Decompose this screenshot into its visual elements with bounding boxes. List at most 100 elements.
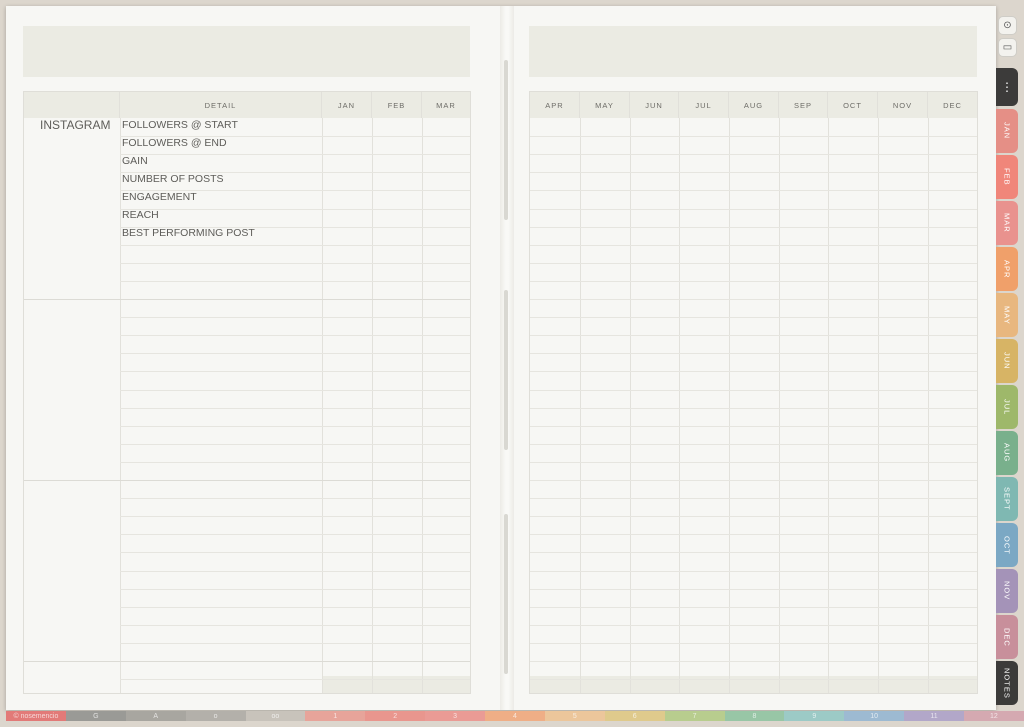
page-icon: ▭ [1002,42,1013,53]
tab-label: JUL [1002,398,1012,416]
month-header-mar: MAR [422,92,470,118]
month-header-dec: DEC [928,92,977,118]
grid-row-line [120,262,470,264]
month-header-feb: FEB [372,92,422,118]
grid-row-line [530,407,977,409]
binding-ring [504,290,508,450]
grid-row-line [120,371,470,373]
grid-row-line [24,480,470,481]
bottom-strip-tab[interactable]: 6 [604,711,665,721]
tab-dec[interactable]: DEC [996,615,1018,659]
bottom-strip-tab[interactable]: oo [245,711,306,721]
home-button[interactable]: ⊙ [998,16,1017,35]
grid-row-line [530,534,977,536]
bottom-strip-tab[interactable]: A [125,711,186,721]
left-tracker-table: DETAIL JAN FEB MAR [23,91,471,694]
tab-label: JUN [1002,352,1012,370]
tab-mar[interactable]: MAR [996,201,1018,245]
month-header-jul: JUL [679,92,729,118]
month-header-may: MAY [580,92,630,118]
grid-row-line [530,335,977,337]
tab-label: AUG [1002,443,1012,463]
bottom-strip-tab[interactable]: 1 [305,711,366,721]
grid-row-line [530,299,977,300]
grid-row-line [530,498,977,500]
grid-row-line [530,371,977,373]
grid-row-line [530,606,977,608]
month-header-jan: JAN [322,92,372,118]
tab-label: JAN [1002,122,1012,140]
grid-row-line [530,389,977,391]
bottom-strip-tab[interactable]: 11 [904,711,964,721]
more-dots-icon: ⋮ [1001,80,1013,94]
tab-may[interactable]: MAY [996,293,1018,337]
home-icon: ⊙ [1003,20,1012,31]
tab-label: DEC [1002,627,1012,647]
platform-column-header [24,92,120,118]
tab-notes[interactable]: NOTES [996,661,1018,705]
platform-label: INSTAGRAM [40,118,111,132]
tab-apr[interactable]: APR [996,247,1018,291]
menu-tab[interactable]: ⋮ [996,68,1018,106]
grid-row-line [120,679,470,681]
tab-label: OCT [1002,535,1012,555]
grid-row-line [120,244,470,246]
bottom-strip-tab[interactable]: 7 [664,711,725,721]
tab-label: MAY [1002,305,1012,325]
bottom-strip-tab[interactable]: 9 [784,711,845,721]
grid-row-line [120,335,470,337]
bottom-strip-tab[interactable]: 4 [485,711,545,721]
tab-jul[interactable]: JUL [996,385,1018,429]
grid-row-line [530,588,977,590]
tab-jan[interactable]: JAN [996,109,1018,153]
grid-row-line [530,552,977,554]
page-view-button[interactable]: ▭ [998,38,1017,57]
left-header-box[interactable] [23,26,470,77]
tab-label: MAR [1002,213,1012,233]
grid-row-line [530,661,977,662]
grid-row-line [120,498,470,500]
bottom-strip-tab[interactable]: 8 [724,711,785,721]
tab-jun[interactable]: JUN [996,339,1018,383]
metric-reach: REACH [122,209,159,221]
bottom-strip-tab[interactable]: 2 [365,711,426,721]
bottom-strip-tab[interactable]: 3 [425,711,485,721]
tab-feb[interactable]: FEB [996,155,1018,199]
metric-followers-start: FOLLOWERS @ START [122,119,238,131]
month-header-apr: APR [530,92,580,118]
tab-nov[interactable]: NOV [996,569,1018,613]
grid-row-line [120,407,470,409]
grid-row-line [24,661,470,662]
grid-row-line [120,389,470,391]
grid-row-line [530,443,977,445]
grid-row-line [120,516,470,518]
grid-row-line [120,154,470,156]
month-header-sep: SEP [779,92,828,118]
grid-row-line [120,642,470,644]
grid-row-line [530,353,977,355]
tab-aug[interactable]: AUG [996,431,1018,475]
grid-row-line [120,606,470,608]
tab-sept[interactable]: SEPT [996,477,1018,521]
grid-row-line [530,172,977,174]
bottom-strip-tab[interactable]: 10 [844,711,905,721]
grid-row-line [120,588,470,590]
grid-row-line [530,570,977,572]
bottom-strip-tab[interactable]: G [65,711,126,721]
bottom-strip-tab[interactable]: o [185,711,246,721]
metric-number-of-posts: NUMBER OF POSTS [122,173,224,185]
bottom-strip-tab[interactable]: 5 [544,711,605,721]
right-header-box[interactable] [529,26,977,77]
month-header-aug: AUG [729,92,779,118]
grid-row-line [530,516,977,518]
month-header-oct: OCT [828,92,878,118]
bottom-strip-tab[interactable]: © nosemencio [6,711,66,721]
grid-row-line [120,317,470,319]
grid-row-line [120,280,470,282]
grid-row-line [530,624,977,626]
grid-row-line [530,642,977,644]
bottom-strip-tab[interactable]: 12 [964,711,1024,721]
month-header-jun: JUN [630,92,679,118]
binding-ring [504,514,508,674]
tab-oct[interactable]: OCT [996,523,1018,567]
